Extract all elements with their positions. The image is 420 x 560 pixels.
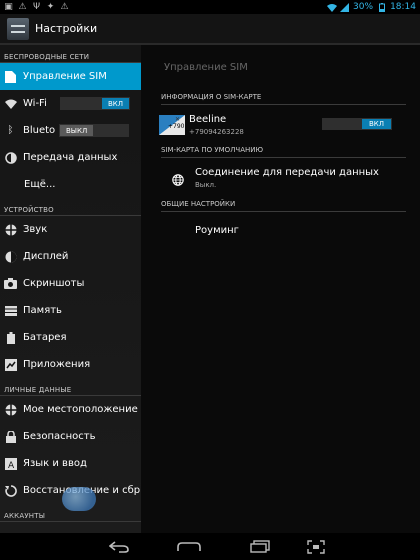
section-header-device: УСТРОЙСТВО (0, 198, 141, 216)
sidebar-item-wifi[interactable]: Wi-Fi ВКЛ (0, 90, 141, 117)
status-bar: ▣ ⚠ Ψ ✦ ⚠ 30% 18:14 (0, 0, 420, 14)
recent-apps-icon (250, 540, 270, 553)
wifi-toggle-state: ВКЛ (101, 98, 129, 109)
sidebar-item-label: Скриншоты (23, 278, 85, 289)
sim-card-icon (4, 70, 17, 83)
data-usage-icon (4, 151, 17, 164)
globe-icon (172, 171, 184, 186)
sidebar-item-data-usage[interactable]: Передача данных (0, 144, 141, 171)
section-header-wireless: БЕСПРОВОДНЫЕ СЕТИ (0, 45, 141, 63)
screenshot-icon (307, 539, 325, 554)
sound-icon (4, 223, 17, 236)
bluetooth-toggle-state: ВЫКЛ (60, 125, 94, 136)
restore-icon (4, 484, 17, 497)
clock: 18:14 (390, 2, 416, 12)
recent-apps-button[interactable] (249, 539, 271, 554)
bluetooth-icon: ᛒ (7, 125, 14, 136)
data-connection-value: Выкл. (195, 181, 217, 189)
sidebar-item-label: Мое местоположение (23, 404, 138, 415)
home-button[interactable] (176, 539, 202, 554)
sim-management-panel: Управление SIM ИНФОРМАЦИЯ О SIM-КАРТЕ ✕ … (141, 45, 420, 533)
camera-icon (4, 277, 17, 290)
settings-app-icon[interactable] (7, 17, 29, 40)
site-watermark-logo (62, 487, 96, 511)
sim-operator-name[interactable]: Beeline (189, 114, 226, 125)
wifi-signal-icon (327, 3, 338, 12)
roaming-setting[interactable]: Роуминг (195, 225, 239, 236)
wifi-toggle[interactable]: ВКЛ (60, 97, 130, 110)
sim-phone-number: +79094263228 (189, 128, 244, 136)
settings-categories-list: БЕСПРОВОДНЫЕ СЕТИ Управление SIM Wi-Fi В… (0, 45, 141, 533)
cell-signal-icon (340, 2, 350, 12)
sidebar-item-bluetooth[interactable]: ᛒ Blueto ВЫКЛ (0, 117, 141, 144)
sim-card-badge: ✕ +790 (159, 115, 185, 135)
battery-icon (4, 331, 17, 344)
data-connection-setting[interactable]: Соединение для передачи данных (195, 167, 379, 178)
section-header-default-sim: SIM-КАРТА ПО УМОЛЧАНИЮ (161, 146, 406, 158)
language-icon: A (4, 457, 17, 470)
action-bar: Настройки (0, 14, 420, 45)
app-title: Настройки (35, 22, 98, 35)
usb-debug-icon: ⚠ (18, 1, 27, 12)
gallery-notification-icon: ▣ (4, 1, 13, 12)
location-icon (4, 403, 17, 416)
usb-icon: Ψ (32, 1, 41, 12)
sidebar-item-label: Дисплей (23, 251, 69, 262)
wifi-icon (4, 97, 17, 110)
sidebar-item-label: Память (23, 305, 62, 316)
sidebar-item-more[interactable]: Ещё... (0, 171, 141, 198)
warning-icon: ⚠ (60, 1, 69, 12)
storage-icon (4, 304, 17, 317)
sidebar-item-label: Blueto (23, 125, 56, 136)
apps-icon (4, 358, 17, 371)
sidebar-item-label: Wi-Fi (23, 98, 47, 109)
sidebar-item-security[interactable]: Безопасность (0, 423, 141, 450)
section-header-sim-info: ИНФОРМАЦИЯ О SIM-КАРТЕ (161, 93, 406, 105)
screenshot-button[interactable] (306, 539, 326, 554)
home-icon (177, 541, 201, 551)
sidebar-item-sound[interactable]: Звук (0, 216, 141, 243)
section-header-personal: ЛИЧНЫЕ ДАННЫЕ (0, 378, 141, 396)
sidebar-item-sim-management[interactable]: Управление SIM (0, 63, 141, 90)
sim-toggle[interactable]: ВКЛ (322, 118, 392, 130)
sidebar-item-battery[interactable]: Батарея (0, 324, 141, 351)
sidebar-item-display[interactable]: Дисплей (0, 243, 141, 270)
sidebar-item-label: Звук (23, 224, 48, 235)
sidebar-item-apps[interactable]: Приложения (0, 351, 141, 378)
bluetooth-toggle[interactable]: ВЫКЛ (59, 124, 129, 137)
sidebar-item-label: Ещё... (24, 179, 56, 190)
battery-percent: 30% (353, 2, 374, 12)
sidebar-item-screenshots[interactable]: Скриншоты (0, 270, 141, 297)
display-icon (4, 250, 17, 263)
battery-icon (377, 2, 386, 12)
sidebar-item-label: Управление SIM (23, 71, 107, 82)
close-icon: ✕ (175, 116, 181, 123)
sidebar-item-language[interactable]: A Язык и ввод (0, 450, 141, 477)
sidebar-item-label: Язык и ввод (23, 458, 87, 469)
sidebar-item-label: Безопасность (23, 431, 96, 442)
sim-toggle-state: ВКЛ (361, 119, 391, 129)
sidebar-item-label: Приложения (23, 359, 91, 370)
sim-badge-number: +790 (168, 123, 185, 130)
lock-icon (4, 430, 17, 443)
back-icon (109, 540, 129, 553)
sidebar-item-location[interactable]: Мое местоположение (0, 396, 141, 423)
sidebar-item-label: Передача данных (23, 152, 118, 163)
sidebar-item-label: Батарея (23, 332, 67, 343)
android-icon: ✦ (46, 1, 55, 12)
panel-title: Управление SIM (164, 62, 248, 73)
section-header-general: ОБЩИЕ НАСТРОЙКИ (161, 200, 406, 212)
navigation-bar (0, 533, 420, 560)
svg-text:A: A (8, 461, 15, 470)
sidebar-item-storage[interactable]: Память (0, 297, 141, 324)
back-button[interactable] (108, 539, 130, 554)
